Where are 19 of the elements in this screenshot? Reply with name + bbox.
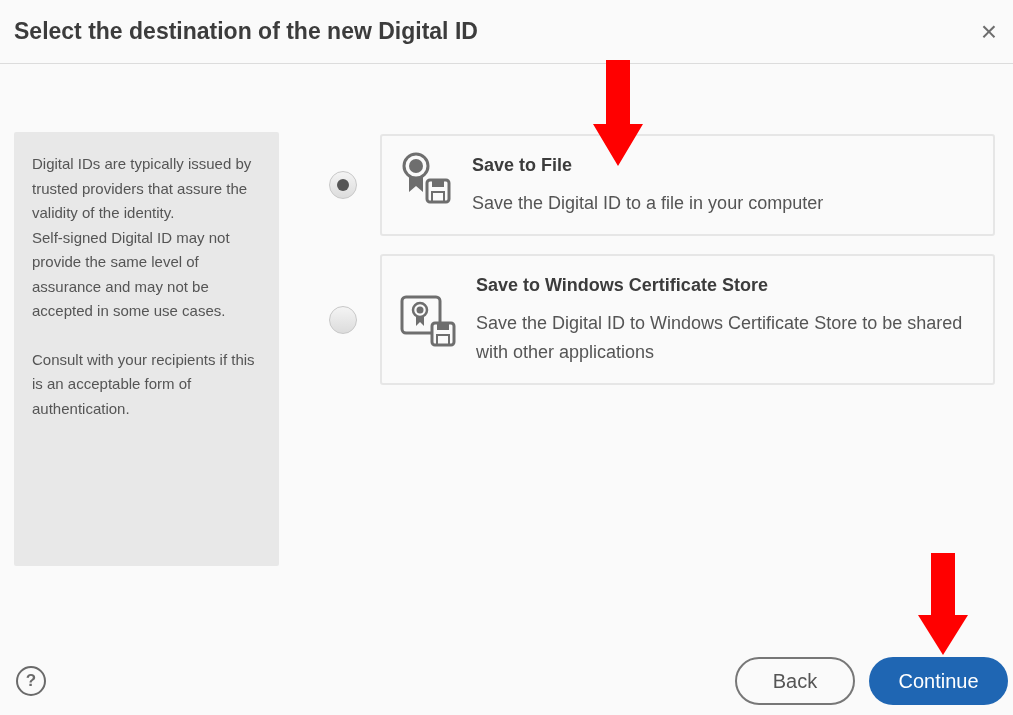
info-text: Self-signed Digital ID may not provide the same level of assurance and may not be accepted in some use cases.: [32, 227, 231, 321]
radio-button[interactable]: [329, 171, 357, 199]
dialog-title: Select the destination of the new Digital ID: [14, 17, 478, 47]
info-text: Digital IDs are typically issued by trusted providers that assure the validity of the identity.: [32, 154, 253, 223]
option-title: Save to Windows Certificate Store: [476, 274, 769, 297]
option-description: Save the Digital ID to a file in your computer: [472, 192, 824, 215]
annotation-arrow-icon: [918, 553, 968, 655]
option-description: Save the Digital ID to Windows Certificate Store to be shared with other applications: [476, 312, 964, 364]
option-card[interactable]: Save to File Save the Digital ID to a file in your computer: [380, 134, 995, 236]
back-button[interactable]: Back: [735, 657, 855, 705]
option-title: Save to File: [472, 154, 574, 177]
ribbon-disk-icon: [400, 152, 454, 206]
close-button[interactable]: ×: [980, 17, 999, 46]
option-card[interactable]: Save to Windows Certificate Store Save the Digital ID to Windows Certificate Store to be shared with other applications: [380, 254, 995, 385]
continue-button[interactable]: Continue: [869, 657, 1008, 705]
radio-button[interactable]: [329, 305, 357, 334]
help-button[interactable]: ?: [16, 666, 46, 696]
annotation-arrow-icon: [593, 60, 643, 166]
info-text: Consult with your recipients if this is an acceptable form of authentication.: [32, 349, 256, 419]
